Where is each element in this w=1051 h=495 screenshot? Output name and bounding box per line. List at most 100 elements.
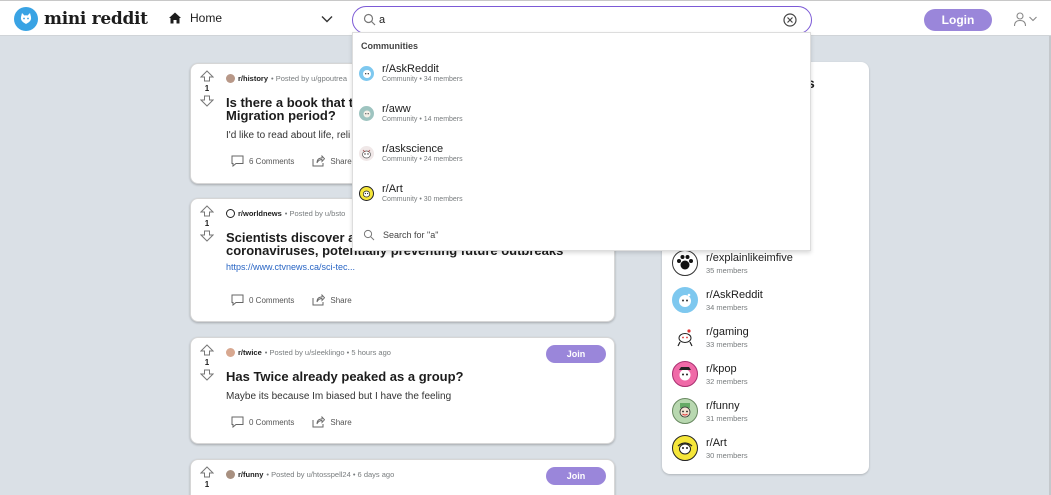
kpop-avatar-icon [672,361,698,387]
aww-avatar-icon [359,105,374,121]
app-name: mini reddit [44,9,148,29]
suggestion-item[interactable]: r/askscience Community • 24 members [359,143,463,163]
comment-icon [231,294,244,306]
downvote-icon[interactable] [199,230,215,242]
post-actions: 0 Comments Share [231,294,370,306]
suggestion-item[interactable]: r/Art Community • 30 members [359,183,463,203]
share-icon [312,294,326,306]
suggestion-subtitle: Community • 30 members [382,196,463,203]
top-navigation-bar: mini reddit Home a Login [0,0,1051,36]
comments-button[interactable]: 6 Comments [231,155,294,167]
askscience-avatar-icon [359,145,374,161]
post-meta: r/worldnews • Posted by u/bsto [226,209,345,218]
search-for-query-item[interactable]: Search for "a" [363,229,438,241]
subreddit-link[interactable]: r/funny [238,470,263,479]
dropdown-heading: Communities [361,41,419,51]
suggestion-subtitle: Community • 24 members [382,156,463,163]
suggestion-name: r/aww [382,103,411,115]
search-input[interactable]: a [379,14,385,26]
share-button[interactable]: Share [312,294,352,306]
subreddit-avatar [226,348,235,357]
vote-controls: 1 [199,344,215,383]
suggestion-name: r/askscience [382,143,444,155]
user-icon [1013,12,1027,27]
community-members: 33 members [706,339,748,349]
join-button[interactable]: Join [546,345,606,363]
art-avatar-icon [359,185,374,201]
login-button[interactable]: Login [924,9,992,31]
upvote-icon[interactable] [199,205,215,217]
clear-search-icon[interactable] [783,13,797,27]
subreddit-avatar [226,74,235,83]
post-actions: 6 Comments Share [231,155,370,167]
post-actions: 0 Comments Share [231,416,370,428]
community-name: r/kpop [706,362,737,375]
community-members: 32 members [706,376,748,386]
community-item[interactable]: r/funny 31 members [672,398,748,424]
home-label: Home [190,11,223,25]
community-name: r/Art [706,436,727,449]
join-button[interactable]: Join [546,467,606,485]
subreddit-link[interactable]: r/worldnews [238,209,282,218]
app-logo[interactable]: mini reddit [14,7,148,31]
vote-count: 1 [204,358,210,367]
subreddit-avatar [226,470,235,479]
share-label: Share [330,417,352,427]
posted-by: • Posted by u/bsto [284,209,346,218]
community-item[interactable]: r/gaming 33 members [672,324,749,350]
share-button[interactable]: Share [312,155,352,167]
community-members: 34 members [706,302,748,312]
comments-label: 6 Comments [249,156,295,166]
search-suggestions-dropdown: Communities r/AskReddit Community • 34 m… [352,32,811,251]
comments-label: 0 Comments [249,295,295,305]
subreddit-link[interactable]: r/history [238,74,268,83]
share-icon [312,155,326,167]
upvote-icon[interactable] [199,344,215,356]
vote-count: 1 [204,219,210,228]
community-item[interactable]: r/kpop 32 members [672,361,748,387]
subreddit-avatar [226,209,235,218]
suggestion-name: r/Art [382,183,403,195]
user-menu[interactable] [1012,11,1038,27]
community-name: r/gaming [706,325,749,338]
community-item[interactable]: r/AskReddit 34 members [672,287,763,313]
search-bar[interactable]: a [352,6,812,34]
post-card[interactable]: 1 r/funny • Posted by u/htosspell24 • 6 … [190,459,615,495]
paw-icon [672,250,698,276]
vote-controls: 1 [199,466,215,491]
subreddit-link[interactable]: r/twice [238,348,262,357]
community-name: r/explainlikeimfive [706,251,793,264]
home-icon [169,12,181,24]
post-link[interactable]: https://www.ctvnews.ca/sci-tec... [226,262,355,272]
askreddit-avatar-icon [672,287,698,313]
askreddit-avatar-icon [359,65,374,81]
search-for-label: Search for "a" [383,230,439,240]
suggestion-item[interactable]: r/AskReddit Community • 34 members [359,63,463,83]
community-item[interactable]: r/explainlikeimfive 35 members [672,250,793,276]
community-members: 31 members [706,413,748,423]
posted-by: • Posted by u/htosspell24 • 6 days ago [266,470,395,479]
share-button[interactable]: Share [312,416,352,428]
home-dropdown[interactable]: Home [168,11,222,25]
comments-button[interactable]: 0 Comments [231,416,294,428]
posted-by: • Posted by u/gpoutrea [271,74,348,83]
comments-button[interactable]: 0 Comments [231,294,294,306]
downvote-icon[interactable] [199,95,215,107]
downvote-icon[interactable] [199,369,215,381]
reddit-logo-icon [14,7,38,31]
upvote-icon[interactable] [199,466,215,478]
chevron-down-icon[interactable] [320,12,334,26]
suggestion-item[interactable]: r/aww Community • 14 members [359,103,463,123]
post-meta: r/history • Posted by u/gpoutrea [226,74,347,83]
post-meta: r/funny • Posted by u/htosspell24 • 6 da… [226,470,394,479]
suggestion-name: r/AskReddit [382,63,439,75]
post-meta: r/twice • Posted by u/sleeklingo • 5 hou… [226,348,391,357]
community-item[interactable]: r/Art 30 members [672,435,748,461]
community-name: r/AskReddit [706,288,763,301]
post-card[interactable]: 1 r/twice • Posted by u/sleeklingo • 5 h… [190,337,615,444]
suggestion-subtitle: Community • 34 members [382,76,463,83]
post-title[interactable]: Has Twice already peaked as a group? [226,370,606,383]
post-body: I'd like to read about life, reli [226,130,351,141]
upvote-icon[interactable] [199,70,215,82]
funny-avatar-icon [672,398,698,424]
